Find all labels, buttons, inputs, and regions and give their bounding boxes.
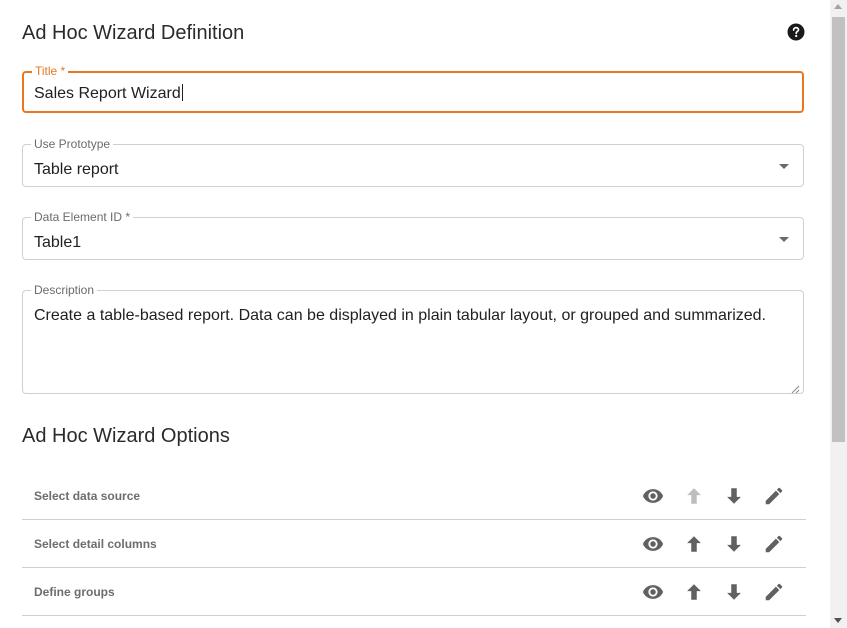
use-prototype-label: Use Prototype [31, 137, 114, 151]
use-prototype-select[interactable]: Use Prototype Table report [22, 137, 804, 187]
page-title: Ad Hoc Wizard Definition [22, 22, 245, 44]
eye-icon[interactable] [642, 533, 664, 555]
data-element-id-label: Data Element ID * [31, 210, 134, 224]
resize-handle-icon[interactable] [791, 381, 800, 394]
pencil-icon[interactable] [763, 581, 785, 603]
data-element-id-select[interactable]: Data Element ID * Table1 [22, 210, 804, 260]
title-field-label: Title * [32, 64, 69, 78]
pencil-icon[interactable] [763, 485, 785, 507]
eye-icon[interactable] [642, 485, 664, 507]
use-prototype-value: Table report [34, 161, 119, 178]
arrow-down-icon[interactable] [723, 533, 745, 555]
arrow-up-icon[interactable] [683, 533, 705, 555]
title-field[interactable]: Title * Sales Report Wizard [22, 64, 804, 113]
arrow-down-icon[interactable] [723, 581, 745, 603]
option-row-label: Select data source [34, 489, 141, 503]
help-circle-icon[interactable] [787, 23, 805, 41]
scroll-down-arrow-icon[interactable] [834, 618, 842, 623]
scrollbar-thumb[interactable] [832, 17, 845, 442]
vertical-scrollbar[interactable] [830, 0, 847, 628]
arrow-up-icon[interactable] [683, 581, 705, 603]
scroll-up-arrow-icon[interactable] [834, 4, 842, 9]
description-textarea[interactable]: Description Create a table-based report.… [22, 283, 804, 394]
option-row-label: Define groups [34, 585, 115, 599]
pencil-icon[interactable] [763, 533, 785, 555]
description-label: Description [31, 283, 98, 297]
text-cursor [181, 84, 183, 101]
chevron-down-icon[interactable] [779, 237, 789, 242]
options-heading: Ad Hoc Wizard Options [22, 425, 230, 447]
option-row: Select detail columns [22, 520, 806, 568]
wizard-definition-page: Ad Hoc Wizard Definition Title * Sales R… [0, 0, 830, 628]
description-text: Create a table-based report. Data can be… [34, 307, 766, 324]
arrow-up-icon [683, 485, 705, 507]
option-row: Define groups [22, 568, 806, 616]
arrow-down-icon[interactable] [723, 485, 745, 507]
title-input[interactable]: Sales Report Wizard [34, 84, 183, 103]
data-element-id-value: Table1 [34, 234, 82, 251]
eye-icon[interactable] [642, 581, 664, 603]
option-row: Select data source [22, 472, 806, 520]
option-row-label: Select detail columns [34, 537, 157, 551]
chevron-down-icon[interactable] [779, 164, 789, 169]
